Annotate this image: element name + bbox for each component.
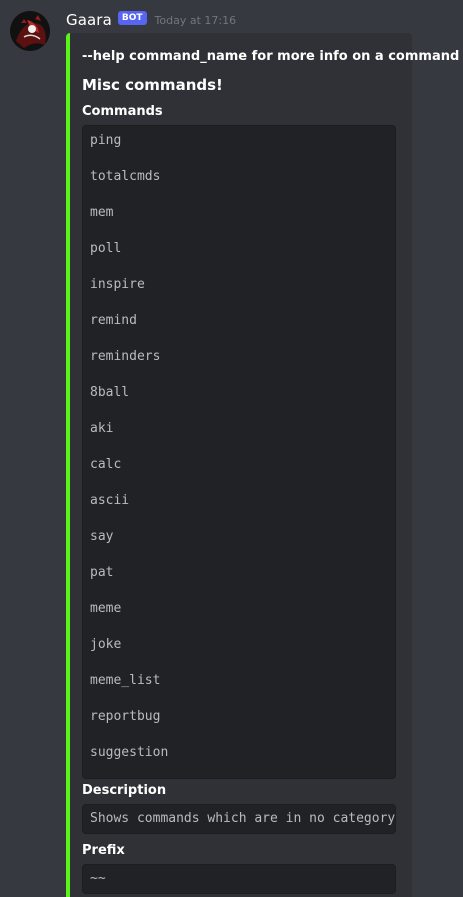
description-codeblock: Shows commands which are in no category: [82, 804, 396, 834]
commands-codeblock: ping totalcmds mem poll inspire remind r…: [82, 125, 396, 779]
bot-avatar[interactable]: [10, 11, 50, 51]
prefix-field-name: Prefix: [82, 843, 125, 858]
username[interactable]: Gaara: [66, 11, 112, 29]
embed-description: --help command_name for more info on a c…: [82, 49, 460, 64]
command-item: meme_list: [90, 673, 161, 688]
command-item: poll: [90, 241, 122, 256]
message-header: Gaara BOT Today at 17:16: [66, 9, 236, 31]
embed-title: Misc commands!: [82, 76, 223, 94]
discord-message: Gaara BOT Today at 17:16 --help command_…: [0, 0, 463, 897]
message-timestamp[interactable]: Today at 17:16: [155, 14, 237, 27]
command-item: say: [90, 529, 114, 544]
command-item: inspire: [90, 277, 145, 292]
help-embed: --help command_name for more info on a c…: [66, 33, 460, 897]
command-item: pat: [90, 565, 114, 580]
command-item: ping: [90, 133, 122, 148]
command-item: suggestion: [90, 745, 169, 760]
command-item: mem: [90, 205, 114, 220]
description-field-name: Description: [82, 783, 167, 798]
command-item: calc: [90, 457, 122, 472]
command-item: reportbug: [90, 709, 161, 724]
command-list: ping totalcmds mem poll inspire remind r…: [90, 130, 395, 778]
commands-field-name: Commands: [82, 104, 163, 119]
command-item: aki: [90, 421, 114, 436]
prefix-codeblock: ~~: [82, 864, 396, 894]
command-item: totalcmds: [90, 169, 161, 184]
command-item: 8ball: [90, 385, 130, 400]
bot-badge: BOT: [117, 11, 147, 25]
red-black-anime-avatar-icon: [10, 11, 50, 51]
command-item: ascii: [90, 493, 130, 508]
command-item: reminders: [90, 349, 161, 364]
command-item: meme: [90, 601, 122, 616]
command-item: joke: [90, 637, 122, 652]
command-item: remind: [90, 313, 137, 328]
